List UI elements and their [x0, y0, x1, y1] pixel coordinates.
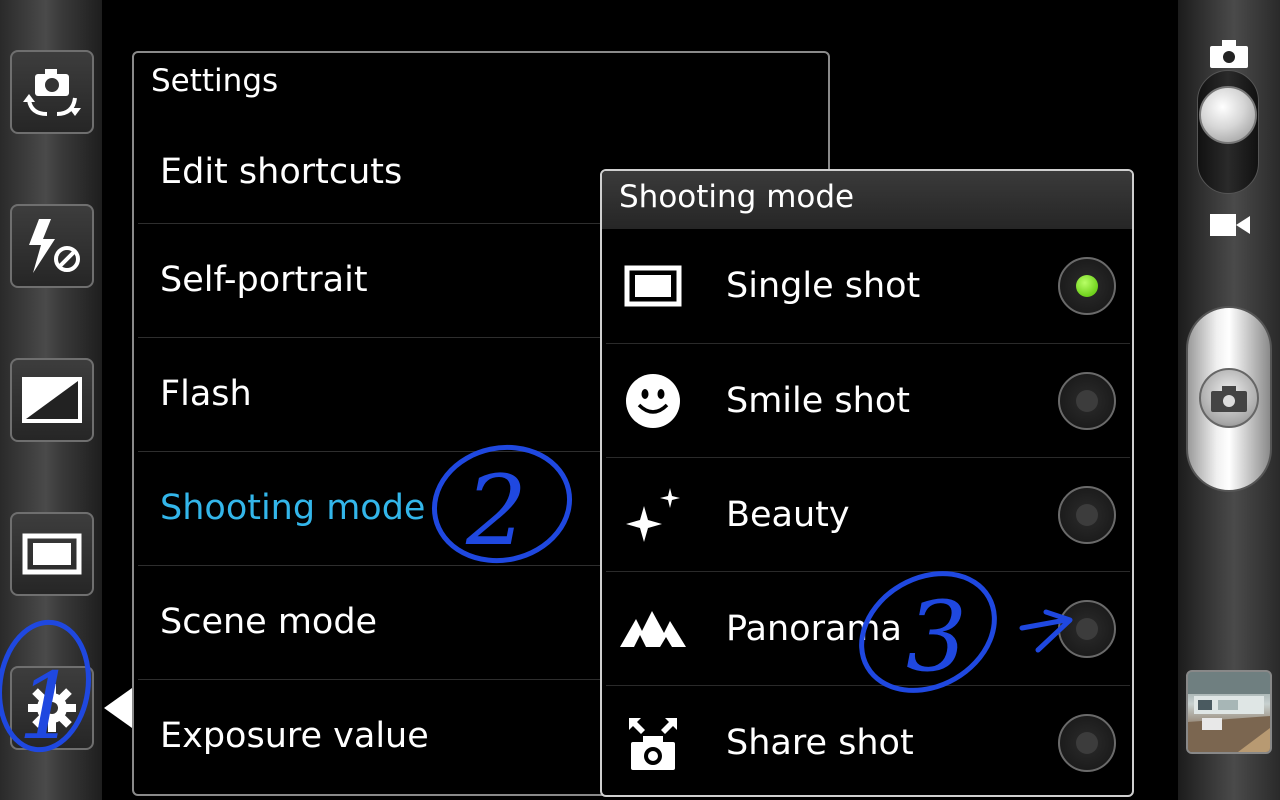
smile-icon	[620, 368, 686, 434]
sparkle-icon	[620, 482, 686, 548]
settings-title: Settings	[151, 63, 279, 99]
camera-mode-icon	[1210, 40, 1248, 68]
mode-option-single-shot[interactable]: Single shot	[606, 229, 1130, 343]
settings-item-label: Scene mode	[160, 602, 378, 642]
shooting-mode-button[interactable]	[10, 512, 94, 596]
mode-switch-knob[interactable]	[1199, 86, 1257, 144]
last-photo-thumbnail[interactable]	[1186, 670, 1272, 754]
gear-icon	[28, 684, 76, 732]
shooting-mode-title: Shooting mode	[619, 179, 855, 215]
single-shot-mode-icon	[22, 533, 82, 575]
exposure-icon	[22, 377, 82, 423]
shooting-mode-popup: Shooting mode Single shot Smile shot Bea…	[600, 169, 1134, 797]
mountains-icon	[620, 596, 686, 662]
mode-option-label: Beauty	[726, 494, 850, 535]
shutter-button-center[interactable]	[1199, 368, 1259, 428]
right-control-bar	[1178, 0, 1280, 800]
left-toolbar	[0, 0, 102, 800]
camera-icon	[1211, 386, 1247, 412]
share-camera-icon	[620, 710, 686, 776]
flash-button[interactable]	[10, 204, 94, 288]
shooting-mode-header: Shooting mode	[602, 171, 1132, 229]
settings-item-label: Self-portrait	[160, 260, 368, 300]
mode-option-panorama[interactable]: Panorama	[606, 571, 1130, 685]
mode-option-label: Panorama	[726, 608, 902, 649]
single-shot-icon	[620, 253, 686, 319]
settings-item-label: Flash	[160, 374, 252, 414]
mode-option-smile-shot[interactable]: Smile shot	[606, 343, 1130, 457]
radio-button[interactable]	[1058, 713, 1116, 772]
radio-button[interactable]	[1058, 371, 1116, 430]
video-mode-icon	[1210, 214, 1250, 236]
mode-option-share-shot[interactable]: Share shot	[606, 685, 1130, 795]
settings-item-label: Edit shortcuts	[160, 151, 403, 192]
radio-button[interactable]	[1058, 599, 1116, 658]
mode-option-label: Single shot	[726, 266, 921, 306]
camera-switch-button[interactable]	[10, 50, 94, 134]
camera-switch-icon	[23, 69, 81, 116]
menu-pointer-arrow	[104, 688, 132, 728]
settings-item-label: Exposure value	[160, 716, 429, 756]
settings-button[interactable]	[10, 666, 94, 750]
mode-option-label: Smile shot	[726, 380, 910, 421]
exposure-button[interactable]	[10, 358, 94, 442]
radio-button[interactable]	[1058, 485, 1116, 544]
radio-button-selected[interactable]	[1058, 257, 1116, 315]
mode-option-label: Share shot	[726, 722, 914, 763]
flash-off-icon	[29, 219, 80, 273]
settings-item-label: Shooting mode	[160, 488, 426, 528]
mode-option-beauty[interactable]: Beauty	[606, 457, 1130, 571]
